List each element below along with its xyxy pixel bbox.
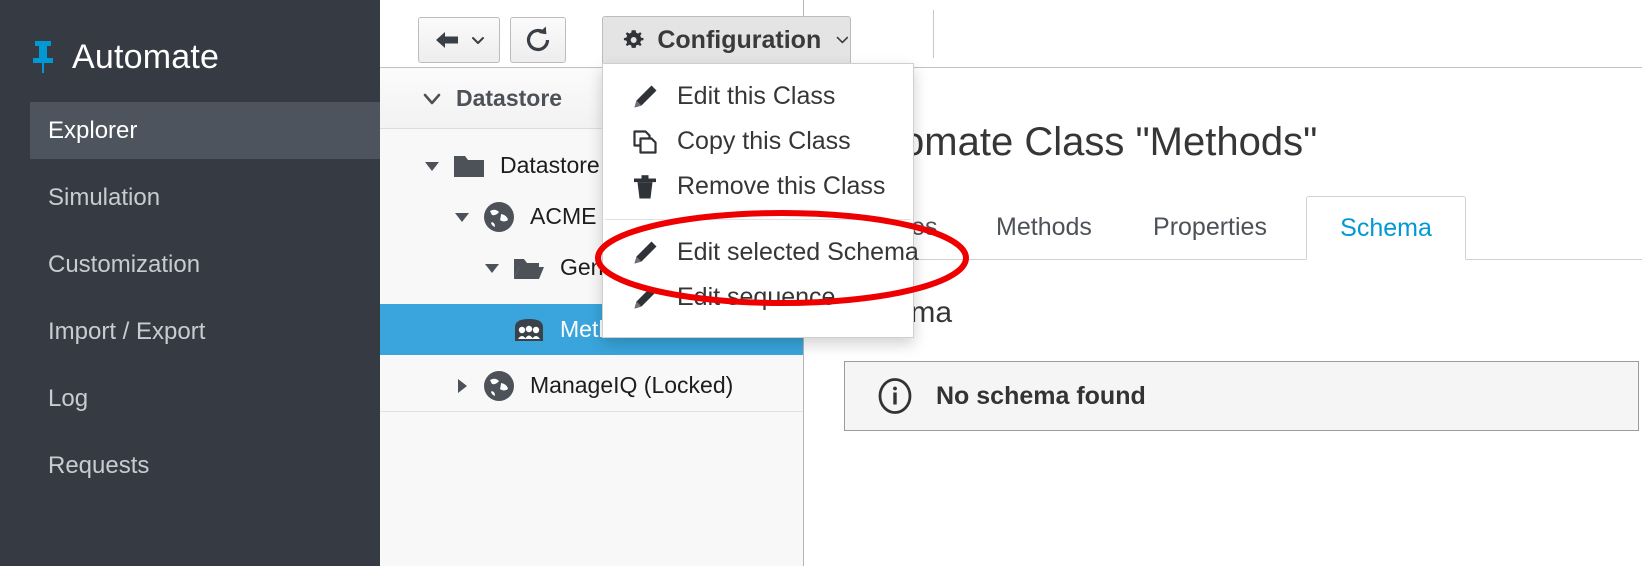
menu-item-label: Edit selected Schema [677, 238, 919, 266]
toolbar-divider [933, 10, 934, 58]
tree-node-label: Datastore [500, 152, 600, 178]
brand-title: Automate [72, 38, 220, 76]
menu-item-label: Edit this Class [677, 82, 836, 110]
chevron-down-icon [423, 93, 441, 104]
no-schema-alert: No schema found [844, 361, 1639, 431]
back-button[interactable] [418, 17, 500, 63]
tree-node-label: ManageIQ (Locked) [530, 372, 734, 398]
chevron-down-icon [836, 36, 849, 44]
sidebar-item-label: Simulation [48, 183, 161, 211]
sidebar-brand: Automate [0, 22, 380, 92]
folder-open-icon [514, 258, 544, 279]
sidebar-item-import-export[interactable]: Import / Export [30, 303, 380, 360]
configuration-button[interactable]: Configuration [602, 16, 851, 64]
menu-item-label: Edit sequence [677, 283, 836, 311]
sidebar-item-log[interactable]: Log [30, 370, 380, 427]
menu-item-edit-selected-schema[interactable]: Edit selected Schema [603, 230, 919, 275]
refresh-button[interactable] [510, 17, 566, 63]
folder-icon [454, 155, 484, 177]
info-circle-icon [878, 378, 912, 414]
sidebar-item-label: Explorer [48, 116, 138, 144]
trash-icon [634, 174, 656, 198]
sidebar-item-label: Requests [48, 451, 150, 479]
sidebar-item-label: Import / Export [48, 317, 206, 345]
refresh-icon [526, 26, 550, 52]
sidebar-item-explorer[interactable]: Explorer [30, 102, 380, 159]
tree-header-label: Datastore [456, 85, 563, 111]
caret-down-icon[interactable] [482, 258, 502, 278]
configuration-label: Configuration [657, 25, 822, 54]
tab-schema[interactable]: Schema [1306, 196, 1466, 260]
app-window: Automate Explorer Simulation Customizati… [0, 0, 1642, 566]
configuration-dropdown-menu: Edit this Class Copy this Class Remove t… [602, 63, 919, 338]
main-toolbar [804, 0, 1642, 68]
menu-item-edit-this-class[interactable]: Edit this Class [603, 74, 913, 119]
pencil-icon [634, 286, 657, 308]
chevron-down-icon [472, 37, 484, 44]
caret-down-icon[interactable] [422, 156, 442, 176]
alert-message: No schema found [936, 381, 1146, 410]
tree-node-manageiq[interactable]: ManageIQ (Locked) [380, 360, 803, 411]
menu-item-edit-sequence[interactable]: Edit sequence [603, 275, 913, 320]
tab-methods[interactable]: Methods [974, 196, 1114, 259]
tab-properties[interactable]: Properties [1130, 196, 1290, 259]
sidebar-item-customization[interactable]: Customization [30, 236, 380, 293]
main-content: Automate Class "Methods" Instances Metho… [804, 0, 1642, 566]
sidebar-item-label: Customization [48, 250, 201, 278]
sidebar-item-simulation[interactable]: Simulation [30, 169, 380, 226]
globe-icon [484, 201, 514, 232]
sidebar: Automate Explorer Simulation Customizati… [0, 0, 380, 566]
menu-divider [605, 219, 911, 220]
gear-icon [623, 30, 644, 48]
globe-icon [484, 370, 514, 401]
pin-icon [33, 41, 53, 73]
tab-label: Schema [1340, 213, 1432, 242]
caret-down-icon[interactable] [452, 207, 472, 227]
pencil-icon [634, 241, 657, 263]
pencil-icon [634, 85, 657, 107]
menu-item-label: Remove this Class [677, 172, 886, 200]
sidebar-item-label: Log [48, 384, 89, 412]
tab-bar: Instances Methods Properties Schema [804, 196, 1642, 260]
menu-item-label: Copy this Class [677, 127, 851, 155]
menu-item-copy-this-class[interactable]: Copy this Class [603, 119, 913, 164]
tree-node-label: ACME [530, 203, 597, 229]
menu-item-remove-this-class[interactable]: Remove this Class [603, 164, 913, 209]
tree-divider [380, 411, 803, 412]
class-icon [515, 318, 543, 341]
tab-label: Properties [1153, 213, 1267, 241]
copy-icon [633, 129, 657, 154]
tab-label: Methods [996, 213, 1092, 241]
caret-right-icon[interactable] [452, 376, 472, 396]
sidebar-item-requests[interactable]: Requests [30, 437, 380, 494]
arrow-left-icon [436, 32, 458, 48]
